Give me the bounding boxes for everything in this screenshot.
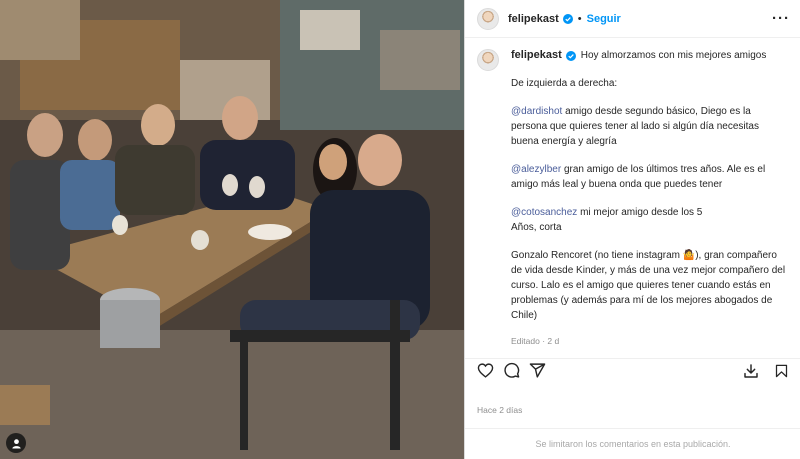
mention-link[interactable]: @cotosanchez	[511, 207, 577, 218]
post-photo[interactable]	[0, 0, 464, 459]
verified-badge-icon	[562, 13, 573, 24]
comments-disabled-text: Se limitaron los comentarios en esta pub…	[535, 439, 731, 449]
caption-intro: De izquierda a derecha:	[511, 78, 618, 89]
username-link[interactable]: felipekast	[508, 13, 559, 25]
download-icon[interactable]	[741, 361, 761, 381]
post-header: felipekast • Seguir ···	[465, 0, 800, 38]
bookmark-icon[interactable]	[771, 361, 791, 381]
caption-meta: Editado · 2 d	[511, 336, 560, 346]
separator-dot: •	[577, 12, 582, 25]
comment-icon[interactable]	[501, 361, 521, 381]
caption-avatar[interactable]	[477, 49, 499, 71]
post-sidebar: felipekast • Seguir ··· felipekast Hoy a…	[464, 0, 800, 459]
more-options-icon[interactable]: ···	[772, 10, 790, 27]
send-icon[interactable]	[527, 361, 547, 381]
caption-paragraph-3: @cotosanchez mi mejor amigo desde los 5 A…	[511, 205, 789, 235]
caption-username[interactable]: felipekast	[511, 48, 562, 63]
caption-text: Años, corta	[511, 222, 562, 233]
verified-badge-icon	[565, 50, 576, 61]
mention-link[interactable]: @dardishot	[511, 106, 562, 117]
person-tag-icon[interactable]	[6, 433, 26, 453]
caption-paragraph-1: @dardishot amigo desde segundo básico, D…	[511, 104, 789, 149]
heart-icon[interactable]	[475, 361, 495, 381]
caption: felipekast Hoy almorzamos con mis mejore…	[465, 40, 800, 349]
caption-paragraph-2: @alezylber gran amigo de los últimos tre…	[511, 162, 789, 192]
caption-text: mi mejor amigo desde los 5	[577, 207, 703, 218]
caption-paragraph-4: Gonzalo Rencoret (no tiene instagram 🤷),…	[511, 250, 786, 321]
post-photo-image	[0, 0, 464, 459]
avatar[interactable]	[477, 7, 499, 30]
post-timestamp[interactable]: Hace 2 días	[477, 405, 522, 415]
follow-button[interactable]: Seguir	[587, 13, 621, 25]
action-bar	[465, 358, 800, 382]
comments-disabled-notice: Se limitaron los comentarios en esta pub…	[465, 428, 800, 459]
mention-link[interactable]: @alezylber	[511, 164, 561, 175]
caption-first-line: Hoy almorzamos con mis mejores amigos	[580, 50, 767, 61]
